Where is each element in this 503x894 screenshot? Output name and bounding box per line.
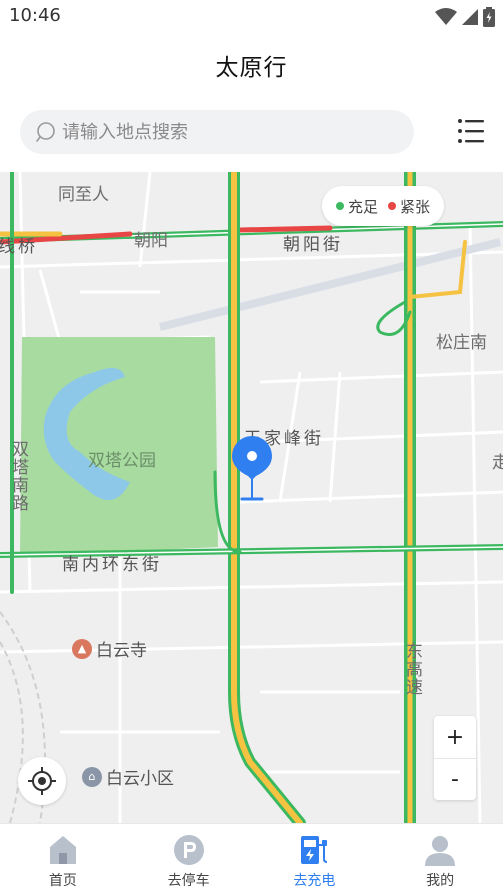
tab-label-charging: 去充电: [293, 873, 336, 889]
home-icon: [49, 836, 76, 864]
search-input[interactable]: [62, 121, 382, 143]
tab-label-parking: 去停车: [167, 873, 210, 889]
tab-profile[interactable]: 我的: [377, 824, 503, 894]
legend-item-tight: 紧张: [388, 196, 430, 217]
status-icons: [435, 7, 495, 27]
wifi-icon: [435, 8, 457, 25]
map-label-nanneihuan-east-street: 南内环东街: [62, 555, 162, 575]
map-label-edge: 走: [492, 453, 503, 473]
location-pin-icon[interactable]: [230, 434, 274, 504]
charging-station-icon: [301, 836, 328, 864]
legend-dot-red: [388, 202, 397, 210]
poi-label-baiyun-temple: 白云寺: [96, 641, 147, 661]
poi-baiyun-community[interactable]: ⌂ 白云小区: [82, 764, 174, 789]
temple-icon: ▲: [72, 638, 92, 659]
map-label-shuangta-park: 双塔公园: [88, 451, 156, 471]
poi-baiyun-temple[interactable]: ▲ 白云寺: [72, 636, 147, 661]
crosshair-icon: [28, 767, 56, 795]
status-time: 10:46: [9, 5, 61, 26]
tab-label-profile: 我的: [426, 873, 455, 889]
app-title: 太原行: [215, 55, 288, 81]
map-label-shuangta-south-road: 双塔南路: [8, 440, 28, 512]
title-bar: 太原行: [0, 34, 503, 96]
map-label-tongzhiren: 同至人: [58, 185, 109, 205]
signal-icon: [462, 9, 478, 25]
bottom-tab-bar: 首页 去停车 去充电 我的: [0, 823, 503, 894]
tab-charging[interactable]: 去充电: [252, 824, 378, 894]
map-view[interactable]: 同至人 线桥 朝阳 朝阳街 松庄南 王家峰街 双塔公园 双塔南路 南内环东街 东…: [0, 172, 503, 823]
screen: 10:46 太原行 请输入地点搜索 同至人 线桥 朝阳 朝阳街 松庄南 王家峰街…: [0, 0, 503, 894]
map-label-east-expressway: 东高速: [402, 642, 422, 696]
status-bar: 10:46: [0, 0, 503, 34]
tab-parking[interactable]: 去停车: [126, 824, 252, 894]
traffic-legend: 充足 紧张: [322, 186, 445, 226]
map-label-songzhuang: 松庄南: [436, 333, 487, 353]
residential-icon: ⌂: [82, 766, 102, 787]
search-row: [0, 100, 503, 162]
legend-label-tight: 紧张: [400, 197, 431, 216]
map-label-chaoyang-street: 朝阳街: [283, 235, 343, 255]
map-label-chaoyang: 朝阳: [134, 231, 168, 251]
list-menu-icon[interactable]: [457, 116, 485, 146]
search-icon: [36, 122, 55, 142]
poi-label-baiyun-community: 白云小区: [106, 769, 174, 789]
user-icon: [425, 836, 456, 866]
battery-icon: [483, 7, 495, 27]
zoom-out-button[interactable]: -: [434, 758, 476, 800]
parking-icon: [173, 835, 204, 865]
zoom-in-button[interactable]: +: [434, 716, 476, 758]
legend-label-sufficient: 充足: [348, 197, 379, 216]
zoom-controls: + -: [434, 716, 476, 800]
map-label-xianqiao: 线桥: [0, 237, 38, 257]
tab-home[interactable]: 首页: [0, 824, 126, 894]
legend-item-sufficient: 充足: [336, 196, 378, 217]
legend-dot-green: [336, 202, 344, 210]
locate-button[interactable]: [18, 757, 66, 805]
search-box[interactable]: [20, 110, 414, 154]
tab-label-home: 首页: [48, 873, 77, 889]
